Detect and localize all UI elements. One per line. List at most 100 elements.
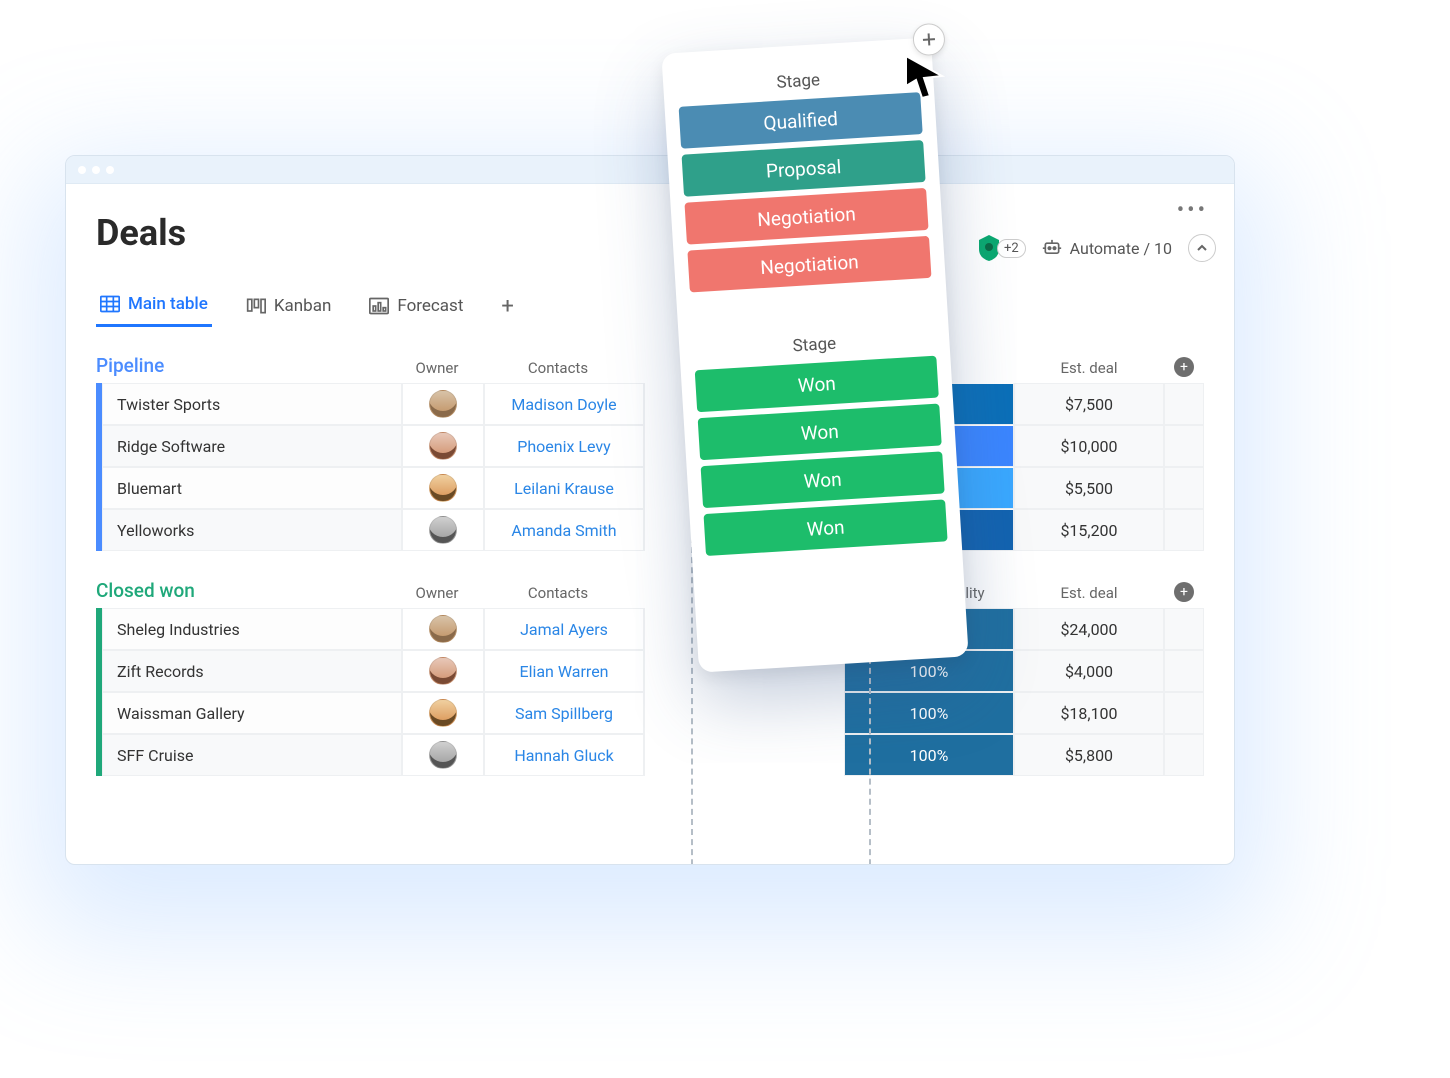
deal-name[interactable]: Twister Sports bbox=[102, 383, 402, 425]
stage-pill-won[interactable]: Won bbox=[695, 356, 939, 413]
est-deal[interactable]: $5,500 bbox=[1014, 467, 1164, 509]
col-header-contacts: Contacts bbox=[478, 359, 638, 377]
owner-cell[interactable] bbox=[402, 509, 484, 551]
owner-cell[interactable] bbox=[402, 383, 484, 425]
owner-cell[interactable] bbox=[402, 608, 484, 650]
forecast-icon bbox=[369, 297, 389, 315]
table-icon bbox=[100, 295, 120, 313]
owner-cell[interactable] bbox=[402, 425, 484, 467]
contact-link[interactable]: Madison Doyle bbox=[484, 383, 644, 425]
add-column-button[interactable]: + bbox=[1174, 357, 1194, 377]
owner-cell[interactable] bbox=[402, 650, 484, 692]
stage-pill-won[interactable]: Won bbox=[704, 499, 948, 556]
table-row[interactable]: Zift Records Elian Warren 100% $4,000 bbox=[96, 650, 1204, 692]
tab-forecast[interactable]: Forecast bbox=[365, 288, 467, 326]
row-trailing-cell bbox=[1164, 650, 1204, 692]
add-column-button[interactable]: + bbox=[1174, 582, 1194, 602]
contact-link[interactable]: Elian Warren bbox=[484, 650, 644, 692]
table-row[interactable]: Yelloworks Amanda Smith $15,200 bbox=[96, 509, 1204, 551]
stage-pill-qualified[interactable]: Qualified bbox=[679, 92, 923, 149]
traffic-light-dot bbox=[106, 166, 114, 174]
extra-count-badge: +2 bbox=[997, 239, 1026, 258]
est-deal[interactable]: $10,000 bbox=[1014, 425, 1164, 467]
app-window: ••• Deals Main table Kanban Forecast bbox=[65, 155, 1235, 865]
table-row[interactable]: Twister Sports Madison Doyle $7,500 bbox=[96, 383, 1204, 425]
table-row[interactable]: Waissman Gallery Sam Spillberg 100% $18,… bbox=[96, 692, 1204, 734]
integrations-badge[interactable]: +2 bbox=[977, 234, 1026, 262]
est-deal[interactable]: $24,000 bbox=[1014, 608, 1164, 650]
table-row[interactable]: Bluemart Leilani Krause $5,500 bbox=[96, 467, 1204, 509]
row-trailing-cell bbox=[1164, 425, 1204, 467]
traffic-light-dot bbox=[78, 166, 86, 174]
more-menu-button[interactable]: ••• bbox=[1177, 198, 1208, 223]
est-deal[interactable]: $18,100 bbox=[1014, 692, 1164, 734]
est-deal[interactable]: $4,000 bbox=[1014, 650, 1164, 692]
row-trailing-cell bbox=[1164, 608, 1204, 650]
row-trailing-cell bbox=[1164, 734, 1204, 776]
avatar bbox=[429, 432, 457, 460]
row-trailing-cell bbox=[1164, 467, 1204, 509]
contact-link[interactable]: Amanda Smith bbox=[484, 509, 644, 551]
contact-link[interactable]: Hannah Gluck bbox=[484, 734, 644, 776]
automate-button[interactable]: Automate / 10 bbox=[1042, 239, 1172, 258]
deal-name[interactable]: Sheleg Industries bbox=[102, 608, 402, 650]
avatar bbox=[429, 699, 457, 727]
stage-column-card[interactable]: Stage Qualified Proposal Negotiation Neg… bbox=[661, 37, 968, 672]
contact-link[interactable]: Phoenix Levy bbox=[484, 425, 644, 467]
stage-pill-won[interactable]: Won bbox=[698, 404, 942, 461]
col-header-est-deal: Est. deal bbox=[1014, 359, 1164, 377]
table-row[interactable]: Ridge Software Phoenix Levy $10,000 bbox=[96, 425, 1204, 467]
traffic-light-dot bbox=[92, 166, 100, 174]
row-trailing-cell bbox=[1164, 692, 1204, 734]
avatar bbox=[429, 615, 457, 643]
avatar bbox=[429, 741, 457, 769]
tab-kanban[interactable]: Kanban bbox=[242, 288, 335, 326]
avatar bbox=[429, 657, 457, 685]
group-title-closed-won[interactable]: Closed won bbox=[96, 579, 396, 602]
contact-link[interactable]: Jamal Ayers bbox=[484, 608, 644, 650]
group-pipeline: Pipeline Owner Contacts Est. deal + Twis… bbox=[96, 354, 1204, 551]
deal-name[interactable]: SFF Cruise bbox=[102, 734, 402, 776]
owner-cell[interactable] bbox=[402, 692, 484, 734]
tab-label: Kanban bbox=[274, 296, 331, 316]
avatar bbox=[429, 516, 457, 544]
col-header-owner: Owner bbox=[396, 584, 478, 602]
tab-label: Main table bbox=[128, 294, 208, 314]
row-trailing-cell bbox=[1164, 383, 1204, 425]
col-header-owner: Owner bbox=[396, 359, 478, 377]
deal-name[interactable]: Zift Records bbox=[102, 650, 402, 692]
automate-label: Automate / 10 bbox=[1070, 239, 1172, 258]
add-stage-button[interactable] bbox=[912, 23, 946, 57]
stage-pill-negotiation[interactable]: Negotiation bbox=[684, 188, 928, 245]
view-tabs: Main table Kanban Forecast + bbox=[96, 286, 1204, 328]
deal-name[interactable]: Ridge Software bbox=[102, 425, 402, 467]
avatar bbox=[429, 474, 457, 502]
contact-link[interactable]: Sam Spillberg bbox=[484, 692, 644, 734]
contact-link[interactable]: Leilani Krause bbox=[484, 467, 644, 509]
est-deal[interactable]: $5,800 bbox=[1014, 734, 1164, 776]
group-closed-won: Closed won Owner Contacts Close probabil… bbox=[96, 579, 1204, 776]
group-title-pipeline[interactable]: Pipeline bbox=[96, 354, 396, 377]
row-trailing-cell bbox=[1164, 509, 1204, 551]
stage-pill-negotiation[interactable]: Negotiation bbox=[687, 236, 931, 293]
robot-icon bbox=[1042, 239, 1062, 257]
table-row[interactable]: Sheleg Industries Jamal Ayers 100% $24,0… bbox=[96, 608, 1204, 650]
tab-main-table[interactable]: Main table bbox=[96, 286, 212, 327]
collapse-button[interactable] bbox=[1188, 234, 1216, 262]
stage-pill-won[interactable]: Won bbox=[701, 451, 945, 508]
stage-pill-proposal[interactable]: Proposal bbox=[682, 140, 926, 197]
avatar bbox=[429, 390, 457, 418]
est-deal[interactable]: $7,500 bbox=[1014, 383, 1164, 425]
kanban-icon bbox=[246, 297, 266, 315]
deal-name[interactable]: Yelloworks bbox=[102, 509, 402, 551]
col-header-contacts: Contacts bbox=[478, 584, 638, 602]
table-row[interactable]: SFF Cruise Hannah Gluck 100% $5,800 bbox=[96, 734, 1204, 776]
owner-cell[interactable] bbox=[402, 734, 484, 776]
tab-label: Forecast bbox=[397, 296, 463, 316]
add-view-button[interactable]: + bbox=[497, 294, 517, 319]
titlebar bbox=[66, 156, 1234, 184]
est-deal[interactable]: $15,200 bbox=[1014, 509, 1164, 551]
deal-name[interactable]: Bluemart bbox=[102, 467, 402, 509]
deal-name[interactable]: Waissman Gallery bbox=[102, 692, 402, 734]
owner-cell[interactable] bbox=[402, 467, 484, 509]
